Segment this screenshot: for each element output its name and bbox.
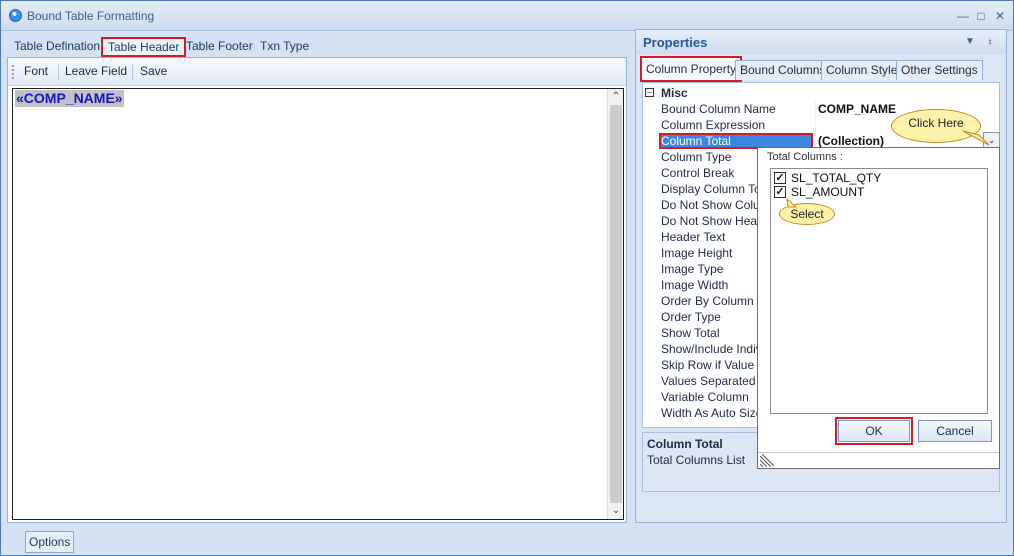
panel-menu-icon[interactable]: ▼ — [965, 36, 975, 47]
total-columns-label: Total Columns : — [767, 151, 843, 163]
pin-icon[interactable]: ♮ — [988, 36, 992, 49]
options-tab[interactable]: Options — [25, 531, 75, 553]
minimize-icon[interactable]: — — [955, 8, 971, 24]
scroll-up-icon[interactable]: ⌃ — [608, 90, 624, 104]
list-item-label: SL_AMOUNT — [791, 185, 865, 199]
toolbar-grip-icon — [12, 65, 15, 79]
properties-header: Properties ▼ ♮ — [636, 30, 1006, 54]
header-editor[interactable]: «COMP_NAME» ⌃ ⌄ — [12, 88, 624, 520]
tab-table-header[interactable]: Table Header — [101, 37, 187, 57]
save-button[interactable]: Save — [140, 64, 167, 78]
tab-other-settings[interactable]: Other Settings — [896, 60, 983, 80]
bottom-bar: Options — [1, 525, 1013, 555]
editor-frame: Font Leave Field Save «COMP_NAME» ⌃ ⌄ — [7, 57, 627, 523]
font-button[interactable]: Font — [24, 64, 48, 78]
editor-scrollbar[interactable]: ⌃ ⌄ — [607, 89, 623, 519]
tab-txn-type[interactable]: Txn Type — [255, 37, 314, 57]
ok-button[interactable]: OK — [835, 417, 913, 445]
collapse-icon[interactable]: – — [645, 88, 654, 97]
property-tabs: Column Property Bound Columns Column Sty… — [638, 56, 1006, 82]
tab-column-style[interactable]: Column Style — [821, 60, 903, 80]
list-item[interactable]: ✓ SL_TOTAL_QTY — [774, 171, 974, 185]
total-columns-popup: Total Columns : ✓ SL_TOTAL_QTY ✓ SL_AMOU… — [757, 147, 1000, 469]
window-title: Bound Table Formatting — [27, 9, 155, 23]
tab-table-footer[interactable]: Table Footer — [181, 37, 258, 57]
properties-title: Properties — [643, 35, 708, 50]
main-window: Bound Table Formatting — □ ✕ Table Defin… — [0, 0, 1014, 556]
app-logo-icon — [9, 9, 22, 22]
checkbox-sl-amount[interactable]: ✓ — [774, 186, 786, 198]
toolbar-divider — [132, 64, 133, 80]
property-name: Column Expression — [661, 118, 766, 132]
title-bar: Bound Table Formatting — □ ✕ — [1, 1, 1013, 31]
popup-resize-bar — [758, 452, 999, 468]
tab-column-property[interactable]: Column Property — [640, 56, 743, 82]
list-item[interactable]: ✓ SL_AMOUNT — [774, 185, 974, 199]
callout-pointer — [962, 130, 990, 146]
tab-bound-columns[interactable]: Bound Columns — [735, 60, 831, 80]
list-item-label: SL_TOTAL_QTY — [791, 171, 882, 185]
checkbox-sl-total-qty[interactable]: ✓ — [774, 172, 786, 184]
tab-table-defination[interactable]: Table Defination — [9, 37, 105, 57]
property-name: Bound Column Name — [661, 102, 776, 116]
cancel-button[interactable]: Cancel — [918, 420, 992, 442]
close-icon[interactable]: ✕ — [992, 8, 1008, 24]
editor-toolbar: Font Leave Field Save — [8, 58, 626, 86]
toolbar-divider — [58, 64, 59, 80]
category-misc[interactable]: – Misc — [643, 85, 999, 101]
resize-grip-icon[interactable] — [760, 454, 774, 467]
callout-pointer — [786, 198, 798, 208]
merge-field-tag[interactable]: «COMP_NAME» — [15, 90, 124, 107]
scroll-down-icon[interactable]: ⌄ — [608, 504, 624, 518]
maximize-icon[interactable]: □ — [973, 8, 989, 24]
scroll-thumb[interactable] — [610, 105, 622, 503]
category-label: Misc — [661, 86, 688, 100]
description-text: Total Columns List — [647, 453, 746, 467]
leave-field-button[interactable]: Leave Field — [65, 64, 127, 78]
description-title: Column Total — [647, 437, 723, 451]
